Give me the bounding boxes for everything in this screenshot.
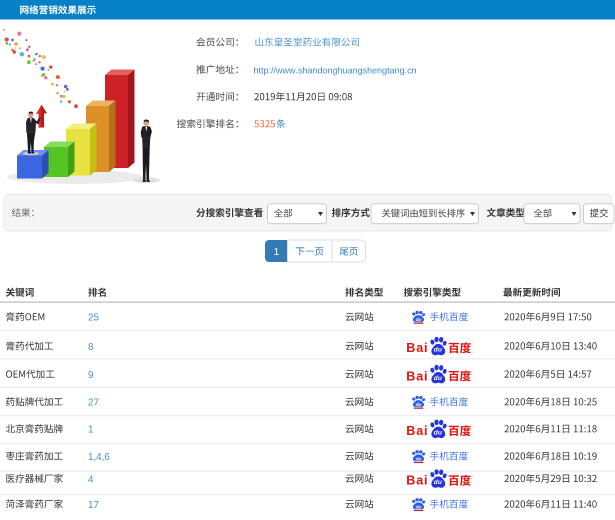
- svg-text:1,4,6: 1,4,6: [88, 452, 110, 463]
- svg-text:8: 8: [88, 342, 94, 353]
- svg-text:du: du: [416, 317, 422, 323]
- svg-text:17: 17: [88, 500, 99, 511]
- svg-text:du: du: [434, 430, 442, 437]
- svg-text:25: 25: [88, 313, 99, 324]
- svg-text:du: du: [416, 402, 422, 408]
- svg-text:Bai: Bai: [406, 369, 428, 383]
- svg-text:du: du: [416, 456, 422, 462]
- svg-text:27: 27: [88, 398, 99, 409]
- svg-text:du: du: [434, 347, 442, 354]
- svg-text:9: 9: [88, 370, 93, 381]
- svg-text:Bai: Bai: [406, 474, 428, 488]
- svg-text:Bai: Bai: [406, 424, 428, 438]
- svg-text:4: 4: [88, 474, 94, 485]
- svg-text:1: 1: [88, 425, 93, 436]
- svg-text:du: du: [434, 479, 442, 486]
- svg-text:du: du: [434, 375, 442, 382]
- svg-text:Bai: Bai: [406, 341, 428, 355]
- svg-text:du: du: [416, 504, 422, 510]
- svg-text:1: 1: [274, 246, 280, 258]
